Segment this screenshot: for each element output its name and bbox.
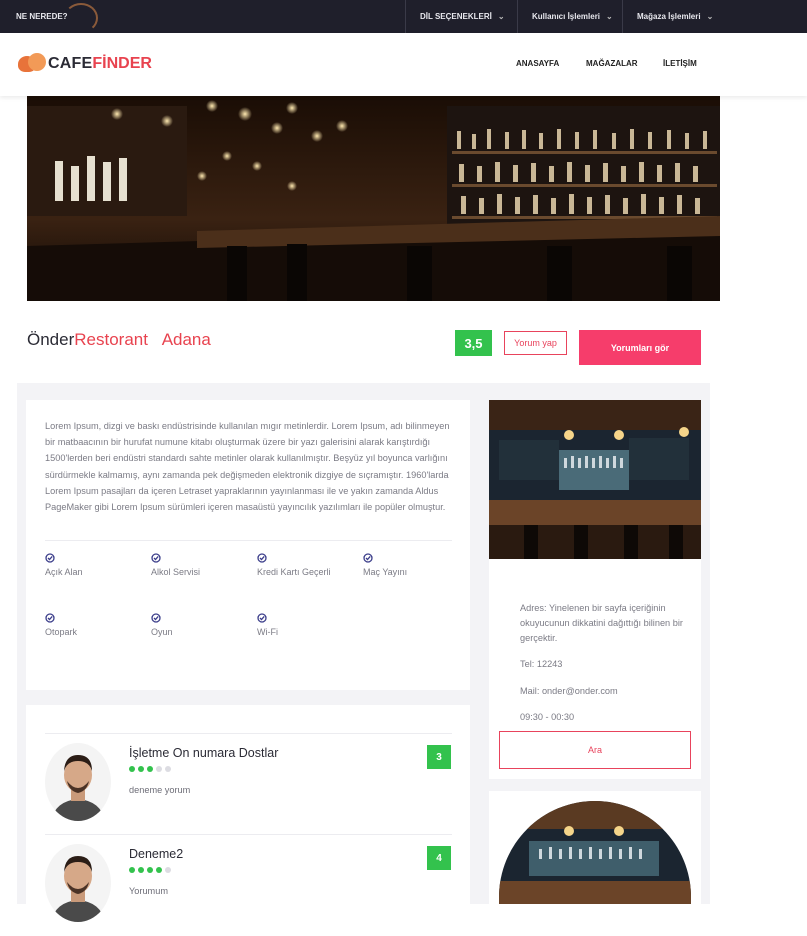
chevron-down-icon: ⌄ xyxy=(497,12,505,21)
review-stars xyxy=(129,867,174,873)
check-badge-icon xyxy=(257,553,267,563)
contact-address: Adres: Yinelenen bir sayfa içeriğinin ok… xyxy=(520,603,683,643)
language-menu[interactable]: DİL SEÇENEKLERİ ⌄ xyxy=(405,0,519,33)
check-badge-icon xyxy=(45,613,55,623)
rating-badge: 3,5 xyxy=(455,330,492,356)
nav-home[interactable]: ANASAYFA xyxy=(516,59,559,68)
place-name-part1: Önder xyxy=(27,330,75,349)
review-item: Deneme2 Yorumum 4 xyxy=(45,836,452,936)
top-bar-brand[interactable]: NE NEREDE? xyxy=(16,12,68,21)
nav-stores[interactable]: MAĞAZALAR xyxy=(586,59,638,68)
feature-wifi: Wi-Fi xyxy=(257,613,278,637)
contact-hours: 09:30 - 00:30 xyxy=(520,712,575,722)
star-filled xyxy=(147,766,153,772)
contact-phone[interactable]: Tel: 12243 xyxy=(520,657,562,672)
feature-alcohol: Alkol Servisi xyxy=(151,553,200,577)
logo-text-finder: FİNDER xyxy=(92,55,152,72)
check-badge-icon xyxy=(151,613,161,623)
logo-text-cafe: CAFE xyxy=(48,55,93,72)
side-bar-image xyxy=(489,400,701,559)
check-badge-icon xyxy=(363,553,373,563)
store-menu-label: Mağaza İşlemleri xyxy=(637,12,701,21)
review-score-badge: 4 xyxy=(427,846,451,870)
chevron-down-icon: ⌄ xyxy=(706,12,714,21)
review-item: İşletme On numara Dostlar deneme yorum 3 xyxy=(45,735,452,835)
star-filled xyxy=(129,766,135,772)
write-review-button[interactable]: Yorum yap xyxy=(504,331,567,355)
feature-label: Açık Alan xyxy=(45,567,83,577)
review-text: Yorumum xyxy=(129,886,168,896)
star-empty xyxy=(165,867,171,873)
feature-label: Wi-Fi xyxy=(257,627,278,637)
feature-label: Alkol Servisi xyxy=(151,567,201,577)
review-score-badge: 3 xyxy=(427,745,451,769)
star-empty xyxy=(156,766,162,772)
nav-contact[interactable]: İLETİŞİM xyxy=(663,59,697,68)
check-badge-icon xyxy=(257,613,267,623)
see-reviews-button[interactable]: Yorumları gör xyxy=(579,330,701,365)
check-badge-icon xyxy=(45,553,55,563)
review-stars xyxy=(129,766,174,772)
user-menu[interactable]: Kullanıcı İşlemleri ⌄ xyxy=(517,0,627,33)
feature-label: Oyun xyxy=(151,627,173,637)
contact-email[interactable]: Mail: onder@onder.com xyxy=(520,684,618,699)
logo-cup-icon xyxy=(18,53,48,75)
reviewer-name: İşletme On numara Dostlar xyxy=(129,746,279,760)
star-filled xyxy=(129,867,135,873)
reviewer-photo xyxy=(45,844,111,922)
main-header: CAFE FİNDER ANASAYFA MAĞAZALAR İLETİŞİM xyxy=(0,33,807,96)
feature-label: Otopark xyxy=(45,627,78,637)
reviewer-name: Deneme2 xyxy=(129,847,184,861)
logo[interactable]: CAFE FİNDER xyxy=(18,53,152,75)
reviewer-photo xyxy=(45,743,111,821)
feature-match-broadcast: Maç Yayını xyxy=(363,553,407,577)
call-button[interactable]: Ara xyxy=(499,731,691,769)
store-menu[interactable]: Mağaza İşlemleri ⌄ xyxy=(622,0,727,33)
brand-circle-decoration xyxy=(64,3,98,33)
star-filled xyxy=(156,867,162,873)
feature-games: Oyun xyxy=(151,613,173,637)
review-text: deneme yorum xyxy=(129,785,191,795)
chevron-down-icon: ⌄ xyxy=(606,12,613,21)
place-city: Adana xyxy=(161,330,211,349)
feature-credit-card: Kredi Kartı Geçerli xyxy=(257,553,331,577)
star-filled xyxy=(138,867,144,873)
language-menu-label: DİL SEÇENEKLERİ xyxy=(420,12,492,21)
divider xyxy=(45,733,452,734)
top-bar: NE NEREDE? DİL SEÇENEKLERİ ⌄ Kullanıcı İ… xyxy=(0,0,807,33)
star-empty xyxy=(165,766,171,772)
place-title: ÖnderRestorant Adana xyxy=(27,330,211,350)
user-menu-label: Kullanıcı İşlemleri xyxy=(532,12,601,21)
hero-restaurant-image xyxy=(27,96,720,301)
place-name-part2: Restorant xyxy=(74,330,148,349)
reviewer-avatar xyxy=(45,844,111,922)
divider xyxy=(45,540,452,541)
restaurant-bar-photo xyxy=(27,96,720,301)
description-text: Lorem Ipsum, dizgi ve baskı endüstrisind… xyxy=(45,421,450,513)
feature-label: Maç Yayını xyxy=(363,567,408,577)
bar-interior-photo xyxy=(489,400,701,559)
reviewer-avatar xyxy=(45,743,111,821)
check-badge-icon xyxy=(151,553,161,563)
star-filled xyxy=(147,867,153,873)
divider xyxy=(45,834,452,835)
feature-outdoor: Açık Alan xyxy=(45,553,83,577)
feature-label: Kredi Kartı Geçerli xyxy=(257,567,331,577)
feature-parking: Otopark xyxy=(45,613,77,637)
star-filled xyxy=(138,766,144,772)
